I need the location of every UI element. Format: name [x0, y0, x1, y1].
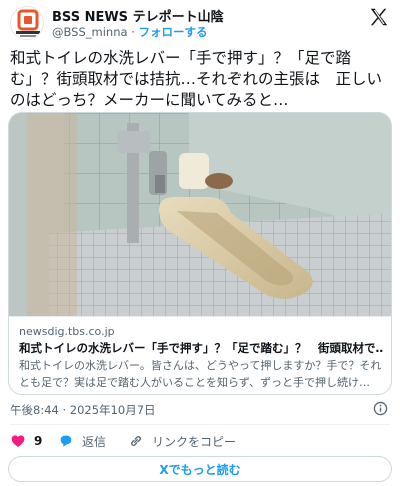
- follow-button[interactable]: フォローする: [139, 25, 208, 39]
- reply-icon: [60, 435, 72, 447]
- separator: ·: [131, 25, 135, 39]
- display-name[interactable]: BSS NEWS テレポート山陰: [52, 6, 224, 25]
- copy-link-label: リンクをコピー: [152, 434, 237, 449]
- toilet-photo: [9, 113, 391, 316]
- copy-link-button[interactable]: リンクをコピー: [128, 430, 236, 452]
- timestamp[interactable]: 午後8:44 · 2025年10月7日: [10, 402, 156, 418]
- card-meta: newsdig.tbs.co.jp 和式トイレの水洗レバー「手で押す」？「足で踏…: [9, 316, 391, 394]
- heart-icon: [11, 435, 25, 447]
- divider: [10, 424, 390, 425]
- card-description: 和式トイレの水洗レバー。皆さんは、どうやって押しますか？手で？それとも足で？実は…: [19, 359, 382, 389]
- tweet-header: BSS NEWS テレポート山陰 @BSS_minna · フォローする: [0, 0, 400, 44]
- like-count: 9: [34, 434, 43, 448]
- handle[interactable]: @BSS_minna: [52, 25, 128, 39]
- avatar[interactable]: [10, 6, 44, 40]
- like-button[interactable]: 9: [10, 430, 42, 452]
- reply-label: 返信: [82, 434, 107, 449]
- card-domain: newsdig.tbs.co.jp: [19, 325, 115, 338]
- x-logo-icon[interactable]: [368, 6, 390, 28]
- action-bar: 9 返信 リンクをコピー: [10, 430, 390, 452]
- link-card[interactable]: newsdig.tbs.co.jp 和式トイレの水洗レバー「手で押す」？「足で踏…: [8, 112, 392, 395]
- read-more-button[interactable]: Xでもっと読む: [8, 456, 392, 482]
- tweet-text: 和式トイレの水洗レバー「手で押す」？「足で踏む」？街頭取材では拮抗…それぞれの主…: [10, 49, 383, 109]
- handle-line: @BSS_minna · フォローする: [52, 24, 208, 40]
- link-icon: [131, 436, 141, 446]
- reply-button[interactable]: 返信: [58, 430, 106, 452]
- teleport-logo-icon: [16, 9, 40, 37]
- card-title: 和式トイレの水洗レバー「手で押す」？「足で踏む」？ 街頭取材で…: [19, 341, 383, 355]
- info-icon[interactable]: [373, 401, 388, 416]
